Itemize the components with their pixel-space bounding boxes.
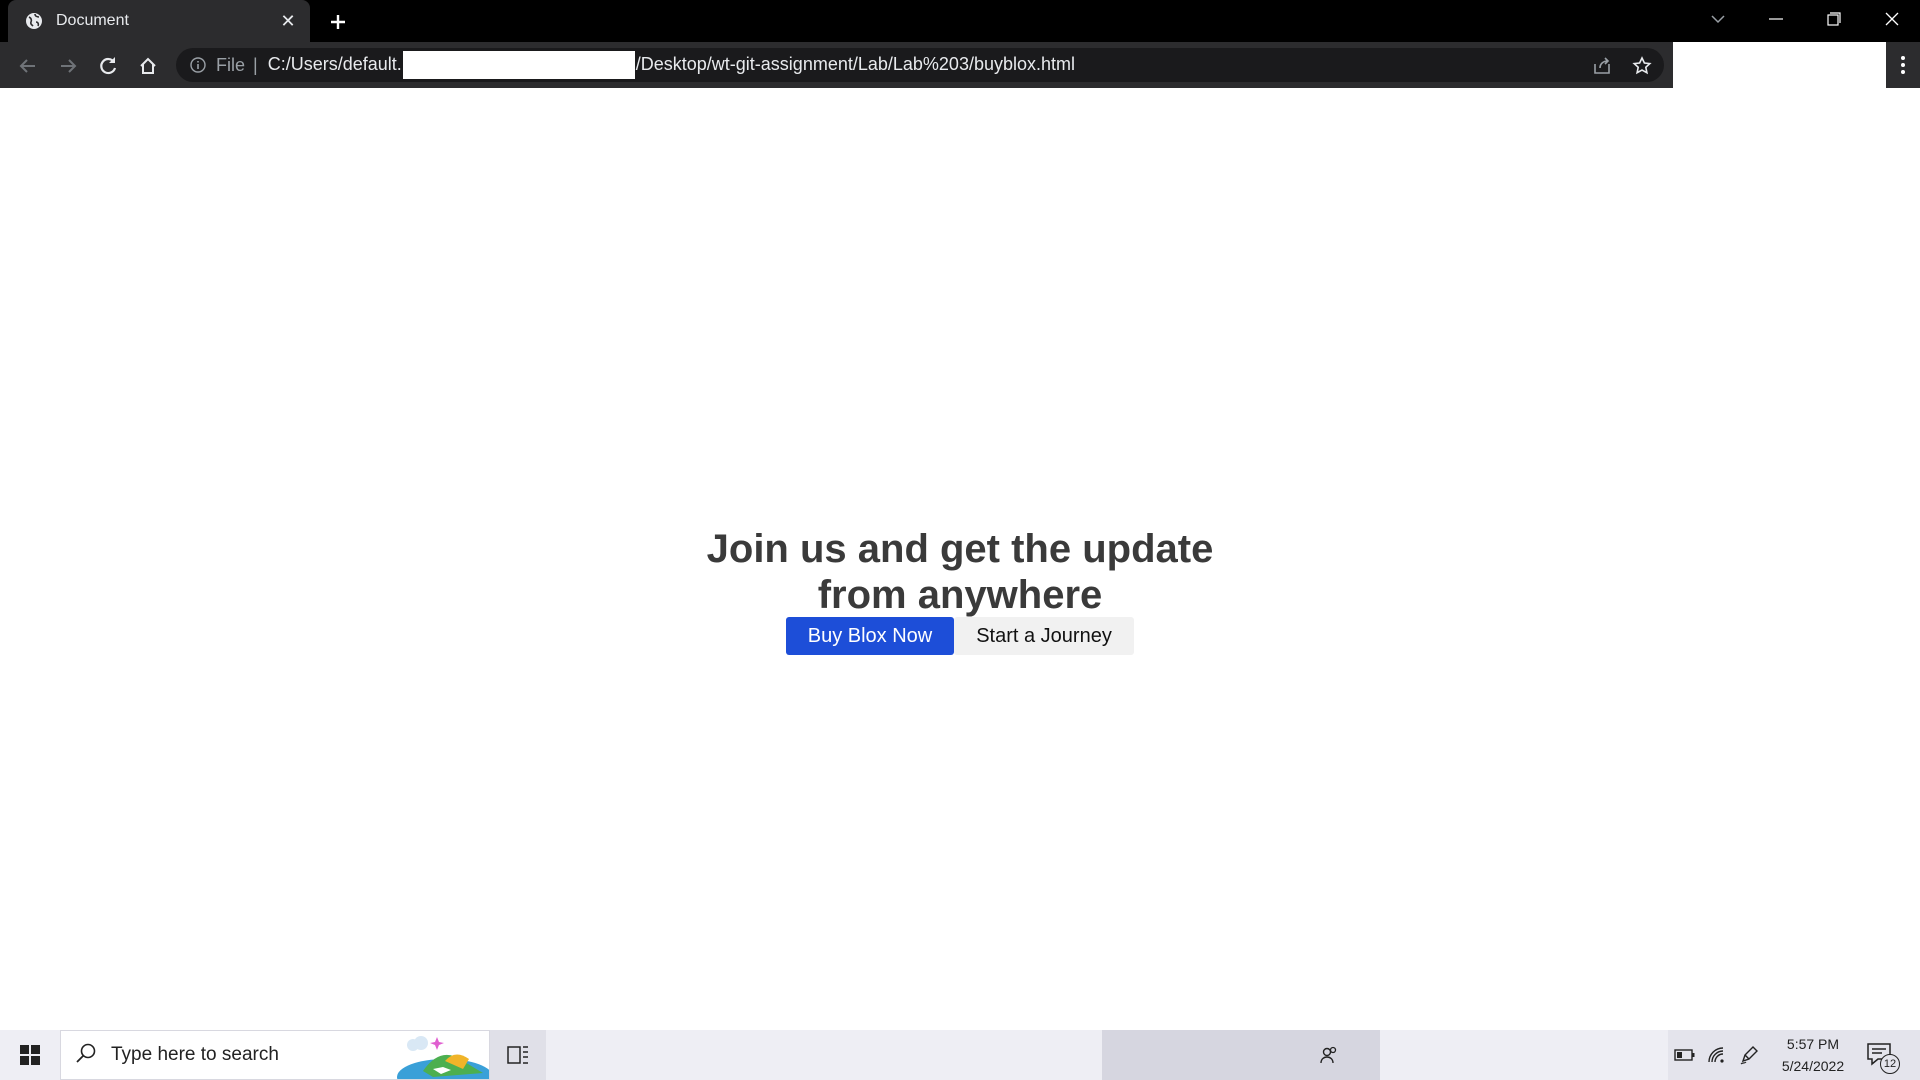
minimize-button[interactable] — [1748, 0, 1804, 38]
start-journey-button[interactable]: Start a Journey — [954, 617, 1134, 655]
task-view-icon[interactable] — [490, 1030, 546, 1080]
reload-button[interactable] — [92, 50, 124, 82]
browser-menu-icon[interactable] — [1886, 42, 1920, 88]
close-tab-icon[interactable]: ✕ — [276, 9, 300, 33]
notification-center-icon[interactable]: 12 — [1862, 1040, 1902, 1074]
search-highlight-illustration — [393, 1031, 489, 1079]
hero-buttons: Buy Blox Now Start a Journey — [786, 617, 1134, 655]
tab-title: Document — [56, 12, 129, 29]
notification-count-badge: 12 — [1880, 1054, 1900, 1074]
address-bar[interactable]: File | C:/Users/default. /Desktop/wt-git-… — [176, 48, 1664, 82]
search-icon — [75, 1042, 97, 1069]
site-info-icon[interactable] — [188, 55, 208, 75]
clock-time: 5:57 PM — [1786, 1036, 1840, 1052]
scheme-separator: | — [253, 54, 258, 75]
toolbar-blank-area — [1673, 42, 1886, 88]
new-tab-button[interactable] — [324, 8, 352, 36]
close-window-button[interactable] — [1864, 0, 1920, 38]
restore-button[interactable] — [1806, 0, 1862, 38]
home-button[interactable] — [132, 50, 164, 82]
browser-tab-strip: Document ✕ — [0, 0, 1920, 42]
buy-blox-now-button[interactable]: Buy Blox Now — [786, 617, 954, 655]
clock-date: 5/24/2022 — [1781, 1058, 1845, 1074]
bookmark-star-icon[interactable] — [1628, 52, 1656, 80]
redacted-block — [402, 51, 635, 79]
people-icon[interactable] — [1314, 1040, 1344, 1070]
windows-start-icon[interactable] — [0, 1030, 60, 1080]
page-heading: Join us and get the update from anywhere — [706, 527, 1214, 617]
url-text: C:/Users/default. /Desktop/wt-git-assignm… — [268, 51, 1075, 79]
globe-icon — [24, 11, 44, 31]
screen: Document ✕ File | C:/Users/default. /Des… — [0, 0, 1920, 1080]
url-suffix: /Desktop/wt-git-assignment/Lab/Lab%203/b… — [635, 53, 1075, 74]
taskbar-clock[interactable]: 5:57 PM 5/24/2022 — [1770, 1033, 1856, 1077]
scheme-label: File — [216, 54, 246, 75]
url-prefix: C:/Users/default. — [267, 53, 402, 74]
wifi-icon[interactable] — [1704, 1042, 1730, 1068]
browser-tab[interactable]: Document ✕ — [8, 0, 310, 42]
pen-icon[interactable] — [1736, 1042, 1762, 1068]
taskbar-search-box[interactable]: Type here to search — [60, 1030, 490, 1080]
hero-section: Join us and get the update from anywhere — [0, 526, 1920, 618]
battery-icon[interactable] — [1672, 1042, 1698, 1068]
back-button[interactable] — [12, 50, 44, 82]
share-icon[interactable] — [1588, 52, 1616, 80]
tab-search-chevron-icon[interactable] — [1690, 0, 1746, 38]
search-placeholder: Type here to search — [111, 1044, 279, 1065]
forward-button[interactable] — [52, 50, 84, 82]
